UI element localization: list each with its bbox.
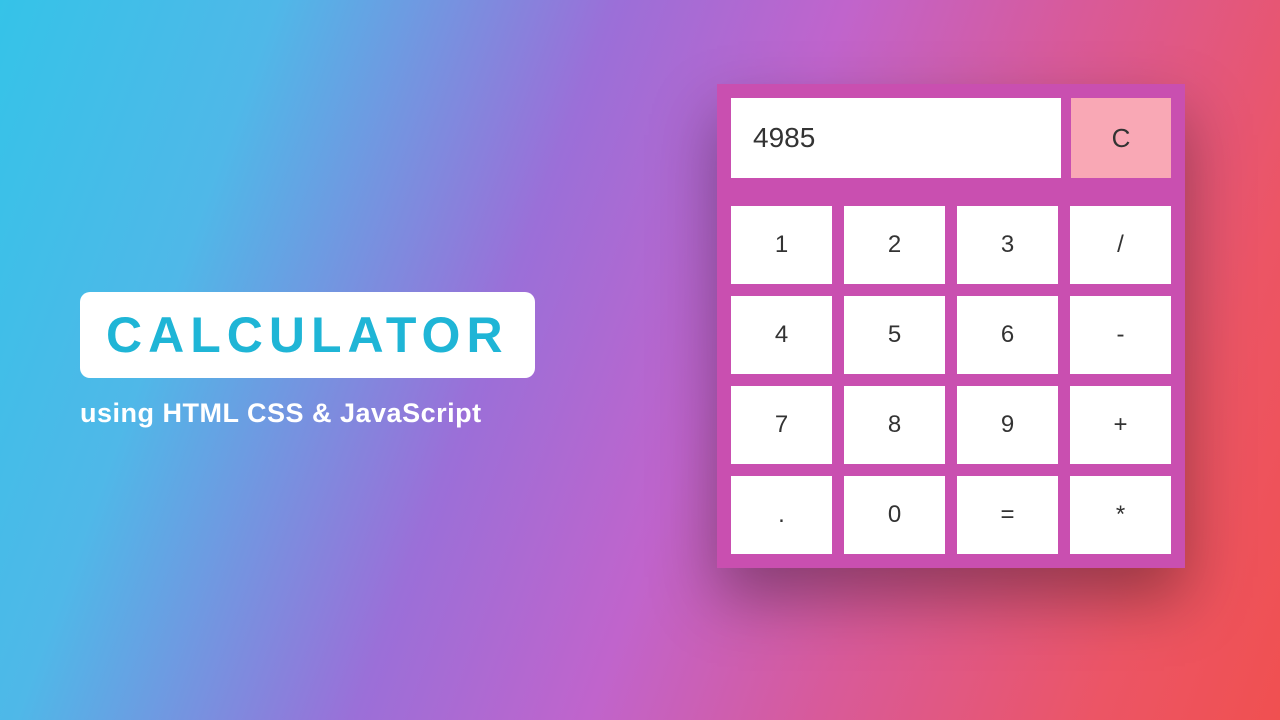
key-0[interactable]: 0	[844, 476, 945, 554]
key-1[interactable]: 1	[731, 206, 832, 284]
key-5[interactable]: 5	[844, 296, 945, 374]
key-2[interactable]: 2	[844, 206, 945, 284]
key-plus[interactable]: +	[1070, 386, 1171, 464]
calculator: 4985 C 1 2 3 / 4 5 6 - 7 8 9 + . 0 = *	[717, 84, 1185, 568]
key-8[interactable]: 8	[844, 386, 945, 464]
key-equals[interactable]: =	[957, 476, 1058, 554]
title-badge: CALCULATOR	[80, 292, 535, 378]
subtitle: using HTML CSS & JavaScript	[80, 398, 535, 429]
key-3[interactable]: 3	[957, 206, 1058, 284]
key-divide[interactable]: /	[1070, 206, 1171, 284]
keypad: 1 2 3 / 4 5 6 - 7 8 9 + . 0 = *	[731, 206, 1171, 554]
title-block: CALCULATOR using HTML CSS & JavaScript	[80, 292, 535, 429]
key-multiply[interactable]: *	[1070, 476, 1171, 554]
display-row: 4985 C	[731, 98, 1171, 178]
key-9[interactable]: 9	[957, 386, 1058, 464]
display-input[interactable]: 4985	[731, 98, 1061, 178]
key-4[interactable]: 4	[731, 296, 832, 374]
key-dot[interactable]: .	[731, 476, 832, 554]
page-title: CALCULATOR	[106, 306, 509, 364]
key-6[interactable]: 6	[957, 296, 1058, 374]
key-7[interactable]: 7	[731, 386, 832, 464]
key-minus[interactable]: -	[1070, 296, 1171, 374]
clear-button[interactable]: C	[1071, 98, 1171, 178]
